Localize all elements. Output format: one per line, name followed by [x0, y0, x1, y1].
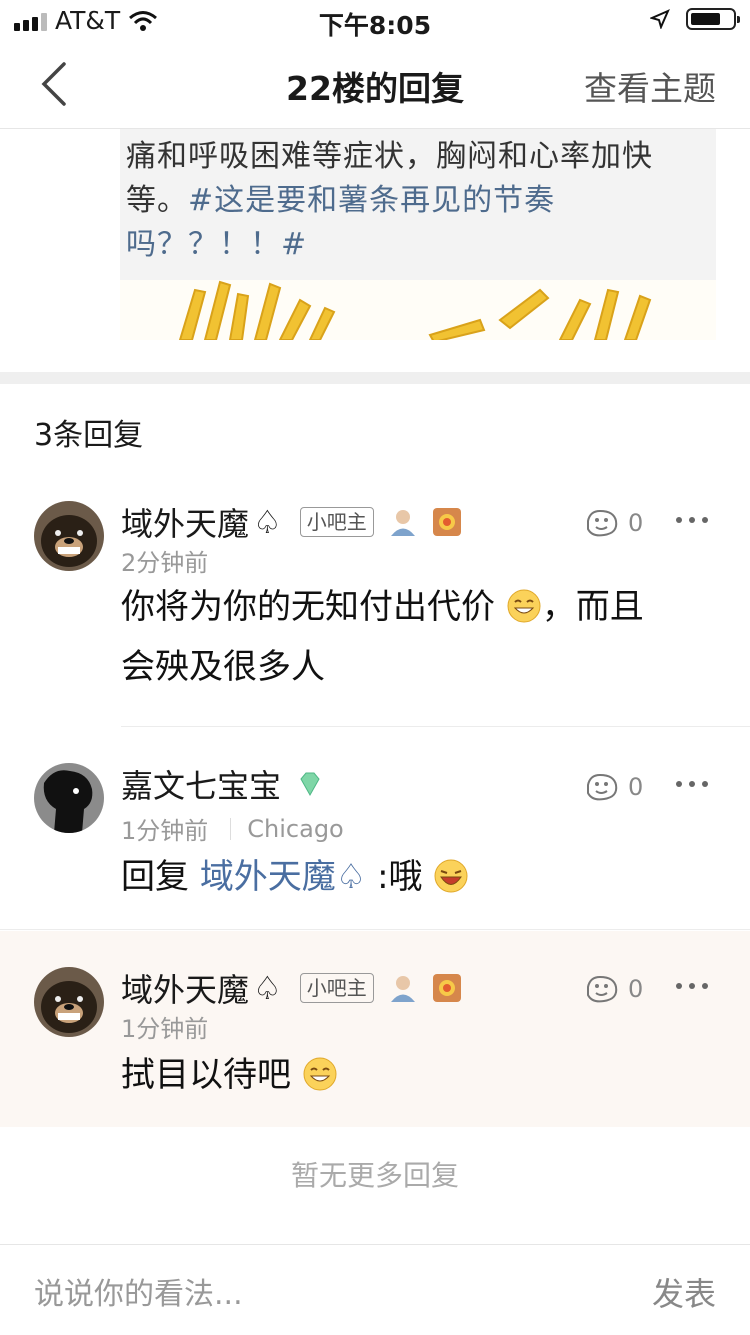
sun-medal-icon [432, 974, 461, 1002]
comment-bar: 说说你的看法... 发表 [0, 1244, 750, 1335]
reply-time: 1分钟前 [121, 817, 209, 845]
preview-line-1: 痛和呼吸困难等症状，胸闷和心率加快 [126, 139, 653, 174]
avatar[interactable] [34, 763, 104, 833]
reply-text-part-1: 你将为你的无知付出代价 [121, 587, 495, 627]
laugh-emoji-icon [434, 859, 468, 893]
no-more-replies-text: 暂无更多回复 [290, 1159, 459, 1192]
like-count: 0 [628, 773, 644, 801]
avatar[interactable] [34, 501, 104, 571]
diamond-badge-icon [300, 772, 320, 797]
reply-item: 嘉文七宝宝 1分钟前 Chicago 回复 域外天魔♤ :哦 0 [0, 727, 750, 930]
fries-image [120, 280, 716, 340]
preview-line-2: 等。#这是要和薯条再见的节奏 [126, 179, 708, 223]
reply-time: 2分钟前 [121, 549, 209, 577]
like-count: 0 [628, 509, 644, 537]
more-options-icon[interactable] [676, 983, 708, 993]
view-topic-button[interactable]: 查看主题 [584, 62, 716, 110]
reply-text: 拭目以待吧 [121, 1055, 291, 1095]
reply-text-part-3: 会殃及很多人 [121, 647, 325, 687]
mod-badge: 小吧主 [299, 973, 374, 1003]
thumb-doodle-icon [587, 509, 618, 537]
thumb-doodle-icon [587, 773, 618, 801]
user-level-icon [390, 510, 415, 536]
reply-meta: 1分钟前 [121, 1009, 208, 1044]
reply-meta: 1分钟前 Chicago [121, 811, 344, 846]
nav-bar: 22楼的回复 查看主题 [0, 40, 750, 129]
silhouette-avatar-icon [34, 763, 104, 833]
spade-suit-icon: ♤ [253, 969, 282, 1007]
dog-avatar-icon [34, 501, 104, 571]
like-count: 0 [628, 975, 644, 1003]
thumb-doodle-icon [587, 975, 618, 1003]
spade-suit-icon: ♤ [253, 503, 282, 541]
reply-item-highlighted: 域外天魔 ♤ 小吧主 1分钟前 拭目以待吧 0 [0, 931, 750, 1127]
username[interactable]: 域外天魔 [121, 499, 249, 545]
preview-line-2-prefix: 等。 [126, 183, 188, 218]
like-button[interactable]: 0 [584, 973, 643, 1005]
grin-emoji-icon [507, 589, 541, 623]
battery-icon [686, 8, 740, 30]
separator [0, 929, 750, 930]
reply-count-title: 3条回复 [34, 418, 144, 453]
status-right [650, 8, 740, 30]
dog-avatar-icon [34, 967, 104, 1037]
username-row: 域外天魔 ♤ 小吧主 [121, 499, 462, 545]
mentioned-user-link[interactable]: 域外天魔♤ [200, 857, 366, 897]
reply-meta: 2分钟前 [121, 543, 208, 578]
more-options-icon[interactable] [676, 517, 708, 527]
preview-hashtag: #这是要和薯条再见的节奏 [188, 183, 556, 218]
reply-content: 你将为你的无知付出代价 ，而且 会殃及很多人 [121, 577, 701, 697]
grin-emoji-icon [303, 1057, 337, 1091]
reply-text-part-2: ，而且 [541, 587, 644, 627]
username-row: 域外天魔 ♤ 小吧主 [121, 965, 462, 1011]
username[interactable]: 嘉文七宝宝 [121, 761, 281, 807]
reply-content: 回复 域外天魔♤ :哦 [121, 847, 701, 907]
mod-badge: 小吧主 [299, 507, 374, 537]
preview-text: 痛和呼吸困难等症状，胸闷和心率加快 等。#这是要和薯条再见的节奏 吗？？！！# [126, 135, 708, 267]
post-image-preview[interactable]: 痛和呼吸困难等症状，胸闷和心率加快 等。#这是要和薯条再见的节奏 吗？？！！# [120, 129, 716, 340]
preview-line-3: 吗？？！！# [126, 227, 308, 262]
more-options-icon[interactable] [676, 781, 708, 791]
sun-medal-icon [432, 508, 461, 536]
publish-button[interactable]: 发表 [652, 1269, 716, 1315]
reply-prefix: 回复 [121, 857, 200, 897]
like-button[interactable]: 0 [584, 771, 643, 803]
status-time: 下午8:05 [318, 11, 432, 40]
reply-location: Chicago [247, 814, 344, 843]
section-divider [0, 372, 750, 384]
username[interactable]: 域外天魔 [121, 965, 249, 1011]
reply-time: 1分钟前 [121, 1015, 209, 1043]
reply-suffix: :哦 [366, 857, 423, 897]
location-arrow-icon [650, 9, 670, 29]
reply-content: 拭目以待吧 [121, 1045, 701, 1105]
like-button[interactable]: 0 [584, 507, 643, 539]
meta-divider [230, 817, 232, 840]
avatar[interactable] [34, 967, 104, 1037]
user-level-icon [390, 976, 415, 1002]
status-bar: AT&T 下午8:05 [0, 0, 750, 40]
username-row: 嘉文七宝宝 [121, 761, 325, 807]
reply-item: 域外天魔 ♤ 小吧主 2分钟前 你将为你的无知付出代价 ，而且 会殃及很多人 0 [0, 485, 750, 727]
comment-input[interactable]: 说说你的看法... [34, 1269, 243, 1313]
